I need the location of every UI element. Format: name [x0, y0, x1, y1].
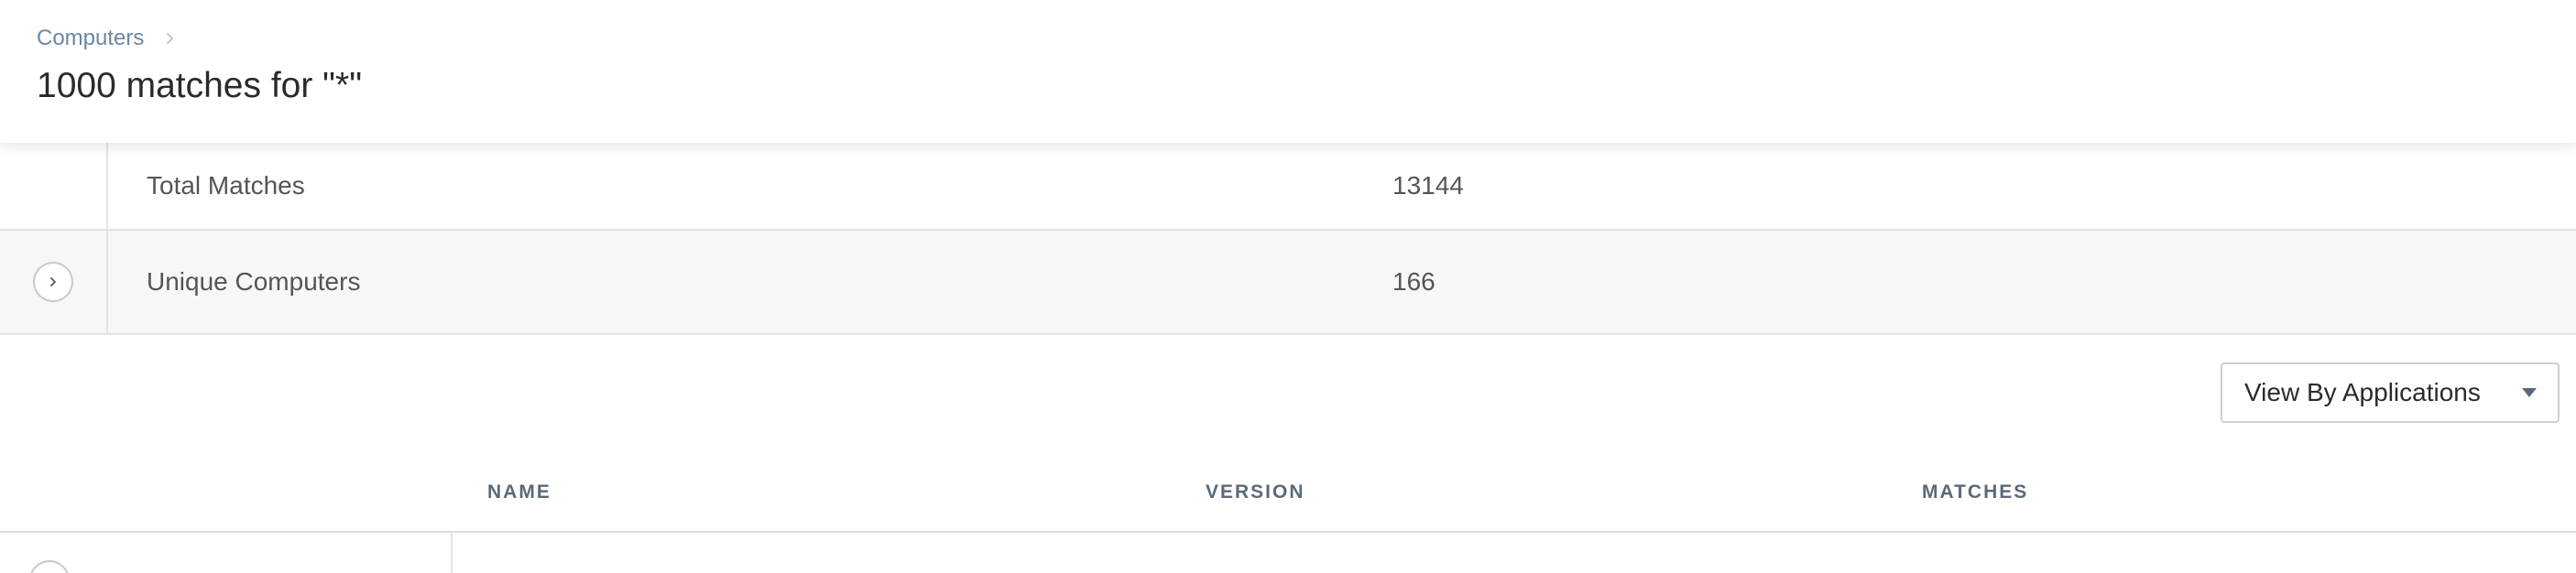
breadcrumb: Computers	[37, 26, 177, 51]
row-gutter	[0, 143, 108, 229]
summary-row-unique-computers: Unique Computers 166	[0, 231, 2576, 335]
row-gutter	[0, 231, 108, 333]
page-title: 1000 matches for "*"	[37, 66, 363, 105]
page-header: Computers 1000 matches for "*"	[0, 0, 2576, 143]
table-header: NAME VERSION MATCHES	[0, 465, 2576, 533]
summary-table: Total Matches 13144 Unique Computers 166	[0, 143, 2576, 335]
column-header-name[interactable]: NAME	[487, 481, 551, 503]
summary-row-total-matches: Total Matches 13144	[0, 143, 2576, 231]
chevron-right-icon	[167, 33, 174, 44]
page: Computers 1000 matches for "*" Total Mat…	[0, 0, 2576, 573]
expand-row-button[interactable]	[33, 262, 73, 302]
chevron-right-icon	[50, 277, 56, 286]
expand-row-button[interactable]	[29, 560, 70, 573]
summary-label: Unique Computers	[147, 267, 361, 296]
column-divider	[451, 533, 453, 573]
column-header-matches[interactable]: MATCHES	[1922, 481, 2028, 503]
view-by-select-value: View By Applications	[2244, 378, 2481, 406]
summary-label: Total Matches	[147, 171, 305, 200]
table-body	[0, 533, 2576, 573]
breadcrumb-computers-link[interactable]: Computers	[37, 26, 144, 51]
caret-down-icon	[2522, 388, 2537, 397]
column-header-version[interactable]: VERSION	[1206, 481, 1305, 503]
summary-value: 13144	[1392, 171, 1464, 200]
summary-value: 166	[1392, 267, 1435, 296]
view-by-select[interactable]: View By Applications	[2221, 362, 2560, 423]
